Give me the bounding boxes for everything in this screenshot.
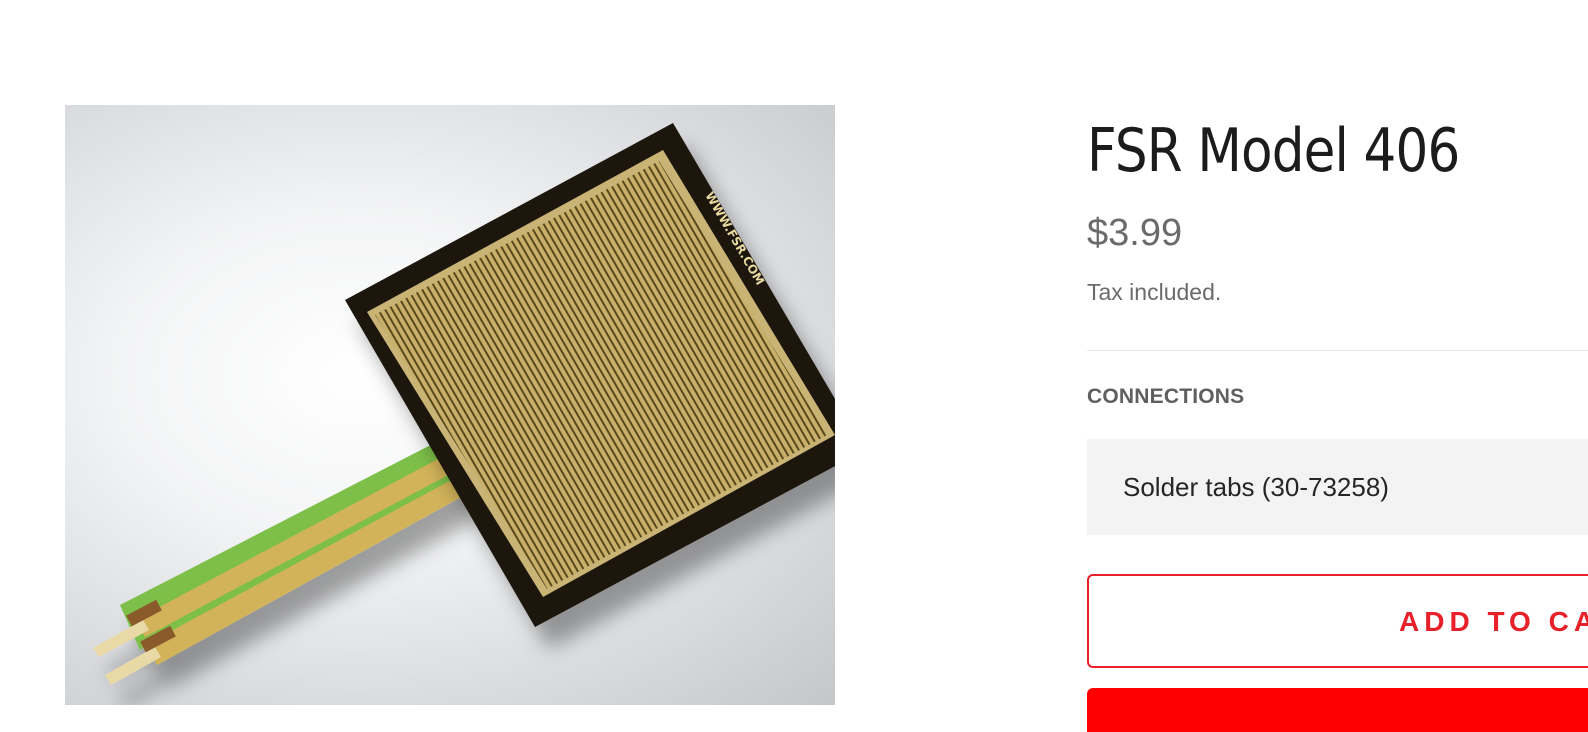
add-to-cart-label: ADD TO CART bbox=[1399, 606, 1588, 637]
buy-now-button[interactable] bbox=[1087, 688, 1588, 732]
product-info: FSR Model 406 $3.99 Tax included. CONNEC… bbox=[1087, 0, 1588, 732]
connections-select[interactable]: Solder tabs (30-73258) bbox=[1087, 439, 1588, 535]
product-price: $3.99 bbox=[1087, 212, 1183, 254]
sensor-pad bbox=[345, 123, 835, 627]
tax-note: Tax included. bbox=[1087, 279, 1222, 305]
connections-selected-value: Solder tabs (30-73258) bbox=[1123, 472, 1389, 502]
product-image[interactable]: WWW.FSR.COM bbox=[65, 105, 835, 705]
connections-label: CONNECTIONS bbox=[1087, 385, 1245, 408]
product-page: WWW.FSR.COM FSR Model 406 $3.99 Tax incl… bbox=[0, 0, 1588, 732]
product-title: FSR Model 406 bbox=[1087, 116, 1460, 186]
fsr-sensor-illustration: WWW.FSR.COM bbox=[93, 123, 835, 685]
divider bbox=[1087, 350, 1588, 351]
add-to-cart-button[interactable]: ADD TO CART bbox=[1087, 574, 1588, 668]
sensor-tail bbox=[93, 435, 470, 685]
